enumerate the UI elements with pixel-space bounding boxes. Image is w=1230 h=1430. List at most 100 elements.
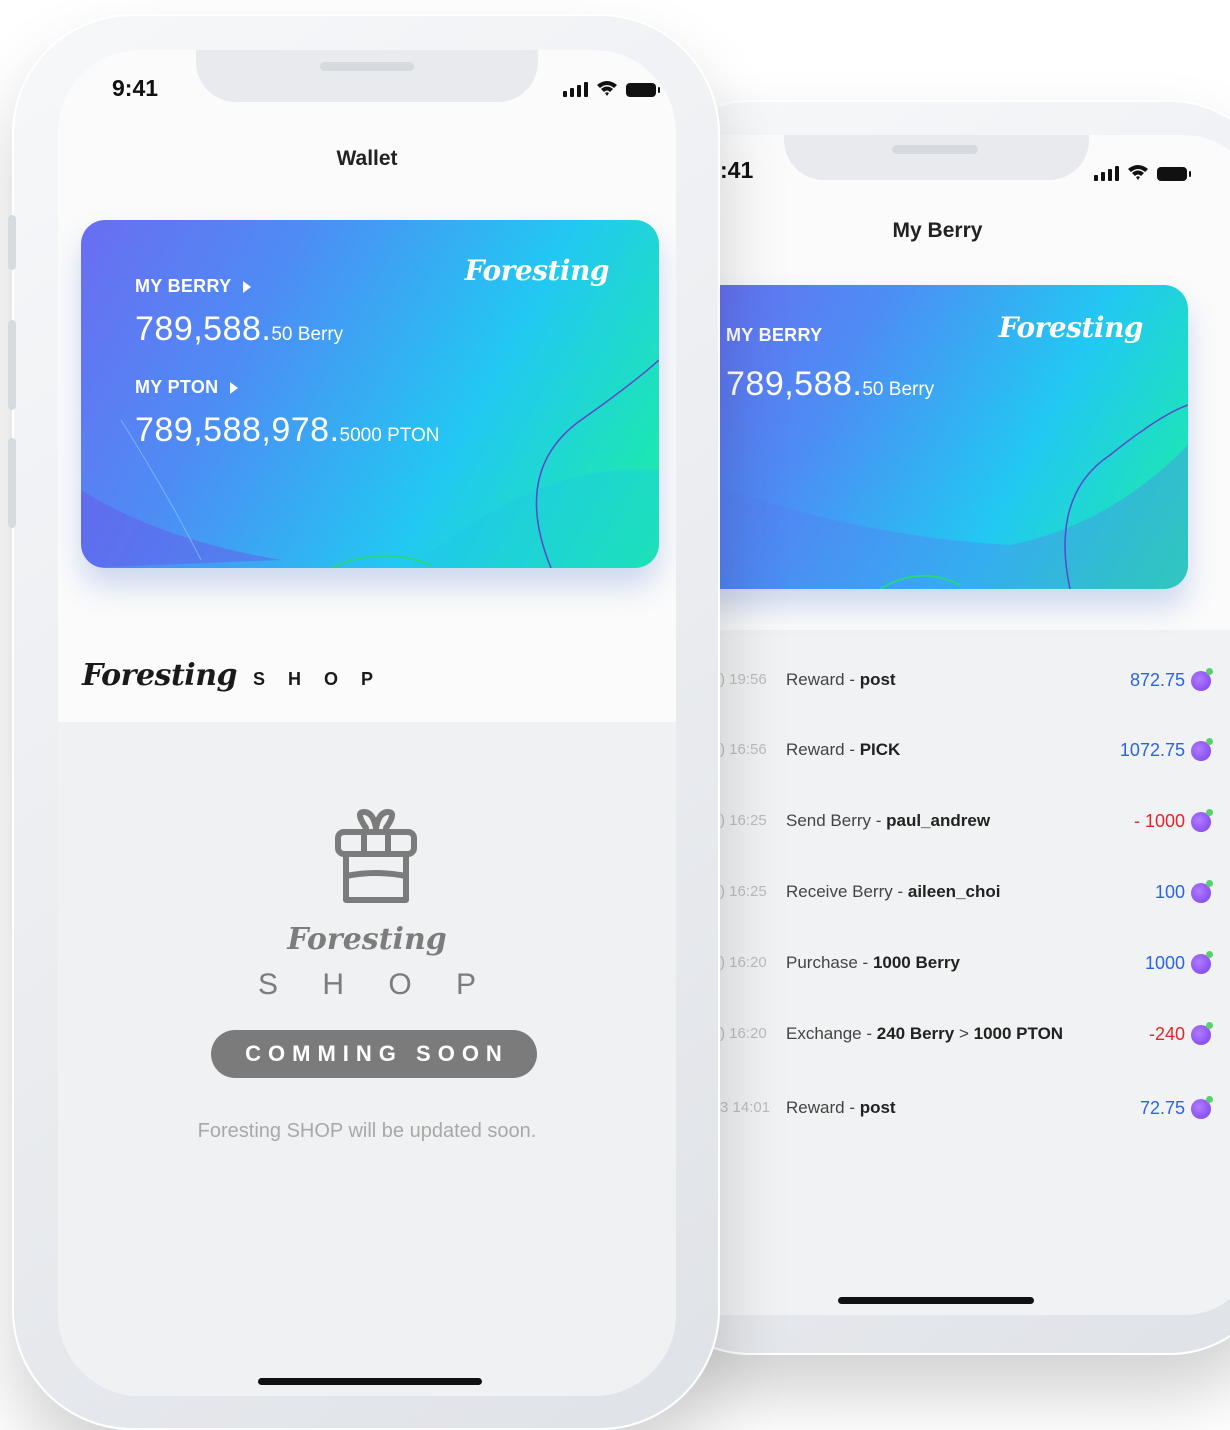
my-berry-label-text: MY BERRY — [726, 325, 823, 345]
home-indicator[interactable] — [258, 1378, 482, 1385]
transaction-detail: PICK — [859, 740, 901, 759]
mute-switch — [8, 215, 16, 270]
transaction-description: Purchase - 1000 Berry — [786, 953, 960, 972]
berry-card[interactable]: Foresting MY BERRY 789,588.50 Berry — [720, 285, 1188, 589]
card-brand-logo: Foresting — [998, 311, 1144, 344]
signal-icon — [1094, 166, 1119, 181]
shop-placeholder-title: S H O P — [257, 968, 495, 1001]
transaction-row[interactable]: ) 16:25 Send Berry - paul_andrew - 1000 — [720, 804, 1230, 844]
speaker — [320, 62, 414, 71]
berry-balance-decimal: 50 Berry — [862, 379, 935, 400]
transaction-type: Purchase — [786, 953, 858, 972]
transaction-description: Send Berry - paul_andrew — [786, 811, 991, 830]
transaction-row[interactable]: ) 16:20 Exchange - 240 Berry > 1000 PTON -… — [720, 1017, 1230, 1057]
coming-soon-badge: COMMING SOON — [211, 1030, 537, 1078]
page-title: My Berry — [892, 219, 983, 242]
transaction-detail: paul_andrew — [886, 811, 991, 830]
berry-icon — [1191, 880, 1213, 903]
volume-up-button — [8, 320, 16, 410]
my-pton-label: MY PTON — [135, 377, 219, 397]
berry-balance-integer: 789,588. — [726, 365, 863, 403]
my-pton-balance: 789,588,978.5000 PTON — [135, 411, 440, 450]
my-pton-link[interactable]: MY PTON — [135, 377, 239, 398]
transaction-type: Exchange — [786, 1024, 862, 1043]
transaction-row[interactable]: 3 14:01 Reward - post 72.75 — [720, 1091, 1230, 1131]
transaction-time: ) 19:56 — [720, 671, 767, 688]
battery-icon — [1157, 167, 1191, 181]
transaction-type: Receive Berry — [786, 882, 893, 901]
my-berry-label: MY BERRY — [726, 325, 822, 346]
status-icons — [563, 79, 660, 97]
berry-icon — [1191, 1096, 1213, 1119]
berry-icon — [1191, 809, 1213, 832]
home-indicator[interactable] — [838, 1297, 1034, 1304]
transaction-description: Reward - post — [786, 1098, 896, 1117]
page-title: Wallet — [336, 147, 398, 170]
transaction-description: Reward - post — [786, 670, 896, 689]
my-berry-screen: :41 My Berry Foresting MY BERRY 789,588.… — [720, 135, 1230, 1315]
shop-placeholder-brand: Foresting — [287, 922, 447, 957]
volume-down-button — [8, 438, 16, 528]
transaction-row[interactable]: ) 16:56 Reward - PICK 1072.75 — [720, 733, 1230, 773]
my-berry-balance: 789,588.50 Berry — [726, 365, 934, 404]
wallet-screen: 9:41 Wallet Foresting MY BERRY 789,588.5… — [58, 50, 676, 1396]
transaction-time: ) 16:20 — [720, 954, 767, 971]
mockup-stage: :41 My Berry Foresting MY BERRY 789,588.… — [0, 0, 1230, 1430]
transaction-row[interactable]: ) 16:20 Purchase - 1000 Berry 1000 — [720, 946, 1230, 986]
berry-icon — [1191, 1022, 1213, 1045]
notch — [196, 50, 538, 102]
status-icons — [1094, 163, 1191, 181]
transaction-detail: 1000 Berry — [872, 953, 960, 972]
transaction-type: Reward — [786, 1098, 845, 1117]
caret-right-icon — [230, 381, 239, 394]
signal-icon — [563, 82, 588, 97]
status-time: 9:41 — [112, 75, 159, 101]
card-brand-logo: Foresting — [464, 254, 610, 287]
transaction-detail: post — [859, 1098, 896, 1117]
my-berry-balance: 789,588.50 Berry — [135, 310, 343, 349]
transaction-time: ) 16:25 — [720, 812, 767, 829]
berry-icon — [1191, 951, 1213, 974]
transaction-time: 3 14:01 — [720, 1099, 771, 1116]
transaction-amount: 100 — [1154, 882, 1185, 902]
transaction-detail: 240 Berry — [876, 1024, 955, 1043]
pton-balance-decimal: 5000 PTON — [339, 425, 440, 446]
transaction-type: Reward — [786, 670, 845, 689]
wifi-icon — [1128, 165, 1148, 180]
transaction-row[interactable]: ) 19:56 Reward - post 872.75 — [720, 663, 1230, 703]
transaction-description: Exchange - 240 Berry > 1000 PTON — [786, 1024, 1064, 1043]
transaction-amount: 872.75 — [1129, 670, 1185, 690]
transaction-type: Reward — [786, 740, 845, 759]
transaction-time: ) 16:56 — [720, 741, 767, 758]
speaker — [892, 145, 978, 154]
caret-right-icon — [243, 280, 252, 293]
transaction-amount: - 1000 — [1133, 811, 1185, 831]
transaction-type: Send Berry — [786, 811, 872, 830]
transaction-amount: -240 — [1148, 1024, 1185, 1044]
transaction-time: ) 16:20 — [720, 1025, 767, 1042]
berry-icon — [1191, 738, 1213, 761]
transaction-time: ) 16:25 — [720, 883, 767, 900]
transaction-description: Receive Berry - aileen_choi — [786, 882, 1001, 901]
transaction-detail-target: 1000 PTON — [973, 1024, 1064, 1043]
transaction-detail: post — [859, 670, 896, 689]
pton-balance-integer: 789,588,978. — [135, 411, 340, 449]
berry-balance-decimal: 50 Berry — [271, 324, 344, 345]
gift-icon — [335, 809, 417, 903]
my-berry-label: MY BERRY — [135, 276, 232, 296]
transaction-amount: 1000 — [1144, 953, 1185, 973]
wallet-card[interactable]: Foresting MY BERRY 789,588.50 Berry MY P… — [81, 220, 659, 568]
berry-icon — [1191, 668, 1213, 691]
transaction-amount: 1072.75 — [1119, 740, 1185, 760]
wifi-icon — [597, 81, 617, 96]
my-berry-link[interactable]: MY BERRY — [135, 276, 252, 297]
transaction-row[interactable]: ) 16:25 Receive Berry - aileen_choi 100 — [720, 875, 1230, 915]
transaction-amount: 72.75 — [1139, 1098, 1185, 1118]
shop-title: S H O P — [253, 669, 383, 689]
shop-brand-logo: Foresting — [82, 658, 238, 693]
transaction-detail: aileen_choi — [907, 882, 1001, 901]
berry-balance-integer: 789,588. — [135, 310, 272, 348]
shop-header: Foresting S H O P — [82, 658, 382, 693]
notch — [784, 135, 1089, 180]
status-time: :41 — [720, 157, 754, 183]
